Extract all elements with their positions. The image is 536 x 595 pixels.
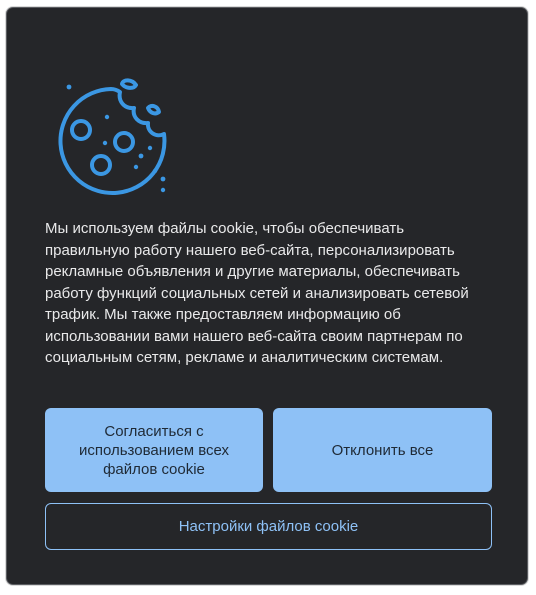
decline-all-button[interactable]: Отклонить все: [273, 408, 492, 492]
cookie-settings-button[interactable]: Настройки файлов cookie: [45, 503, 492, 550]
cookie-message: Мы используем файлы cookie, чтобы обеспе…: [45, 220, 469, 366]
cookie-consent-dialog: Мы используем файлы cookie, чтобы обеспе…: [6, 7, 528, 585]
accept-all-cookies-button[interactable]: Согласиться с использованием всех файлов…: [45, 408, 263, 492]
cookie-icon: [58, 78, 167, 195]
